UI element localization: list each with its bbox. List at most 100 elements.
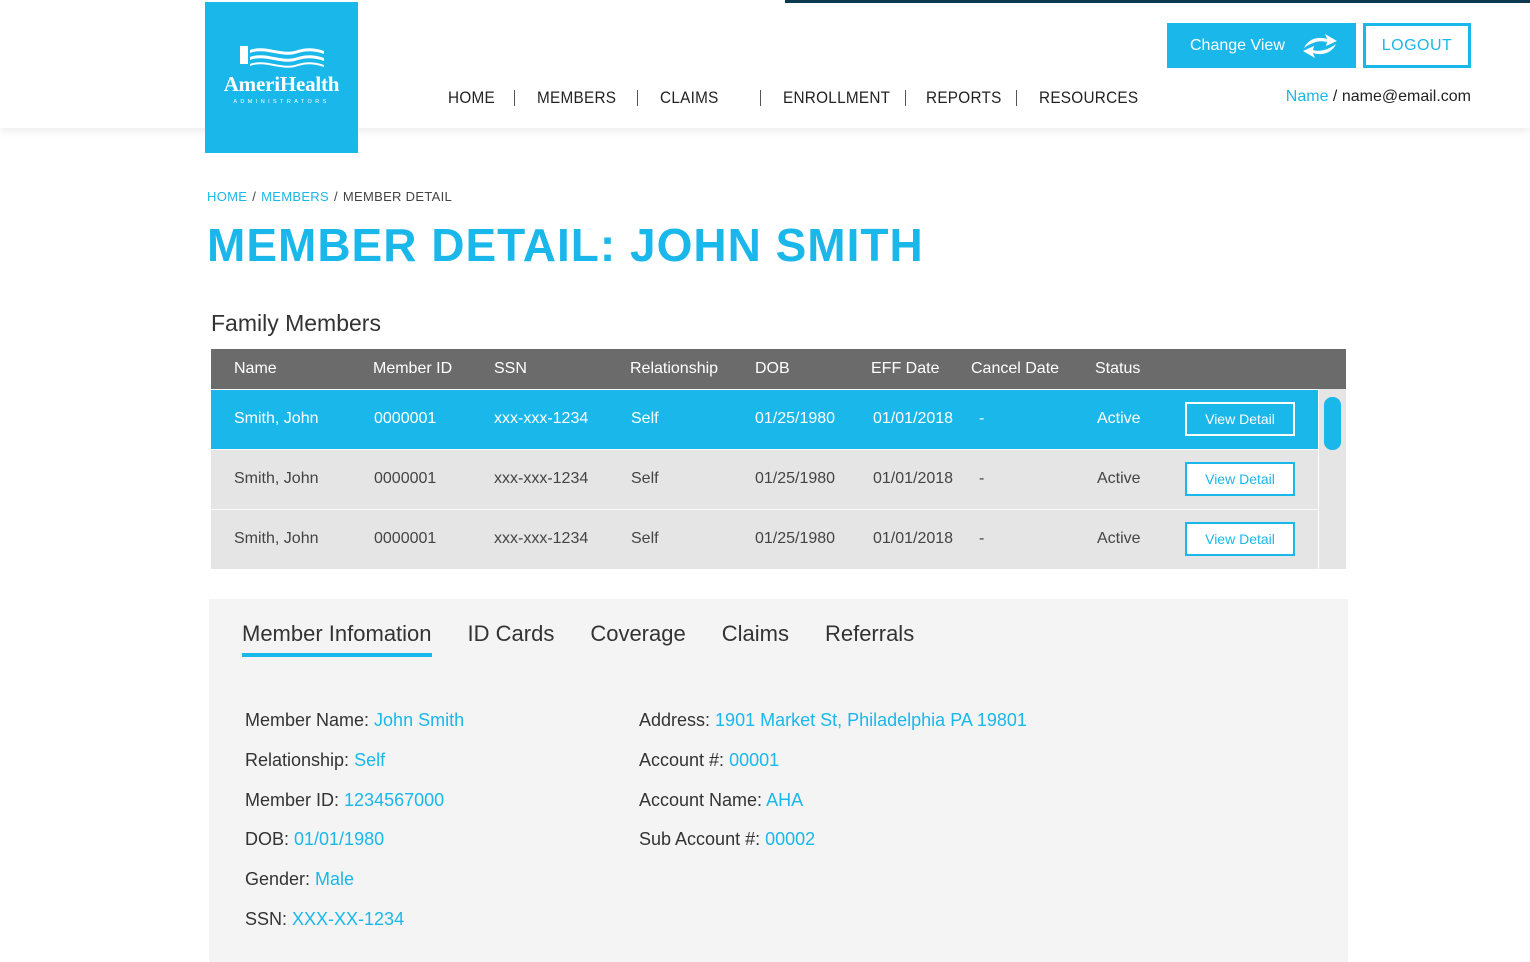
column-header-cancel-date[interactable]: Cancel Date <box>971 360 1059 378</box>
swap-arrows-icon <box>1303 33 1337 58</box>
field-member-id: Member ID: 1234567000 <box>245 790 444 811</box>
cell-status: Active <box>1097 470 1141 487</box>
cell-cancel-date: - <box>979 410 985 427</box>
nav-separator <box>760 90 761 106</box>
column-header-eff-date[interactable]: EFF Date <box>871 360 939 378</box>
cell-ssn: xxx-xxx-1234 <box>494 470 589 487</box>
field-value: Male <box>315 869 355 889</box>
tab-claims[interactable]: Claims <box>722 621 789 657</box>
field-label: Sub Account #: <box>639 829 766 849</box>
cell-eff-date: 01/01/2018 <box>873 470 954 487</box>
cell-member-id: 0000001 <box>374 410 437 427</box>
column-header-dob[interactable]: DOB <box>755 360 790 378</box>
logout-button[interactable]: LOGOUT <box>1363 23 1471 68</box>
field-value: XXX-XX-1234 <box>292 909 405 929</box>
field-value: 00002 <box>765 829 816 849</box>
cell-status: Active <box>1097 410 1141 427</box>
cell-dob: 01/25/1980 <box>755 410 836 427</box>
view-detail-button[interactable]: View Detail <box>1185 522 1295 556</box>
view-detail-button[interactable]: View Detail <box>1185 462 1295 496</box>
page-title: MEMBER DETAIL: JOHN SMITH <box>207 219 924 271</box>
field-value: Self <box>354 750 386 770</box>
field-account-name: Account Name: AHA <box>639 790 803 811</box>
table-row[interactable]: Smith, John 0000001 xxx-xxx-1234 Self 01… <box>211 449 1318 509</box>
field-value: 00001 <box>729 750 780 770</box>
table-header: Name Member ID SSN Relationship DOB EFF … <box>211 349 1346 389</box>
field-label: Member Name: <box>245 710 375 730</box>
user-separator: / <box>1328 88 1342 105</box>
cell-relationship: Self <box>631 410 659 427</box>
table-row[interactable]: Smith, John 0000001 xxx-xxx-1234 Self 01… <box>211 389 1318 449</box>
nav-separator <box>905 90 906 106</box>
nav-reports[interactable]: REPORTS <box>926 88 1001 108</box>
nav-separator <box>1016 90 1017 106</box>
logo-wordmark: AmeriHealth <box>223 72 340 96</box>
user-info: Name / name@email.com <box>1286 88 1471 106</box>
field-ssn: SSN: XXX-XX-1234 <box>245 909 404 930</box>
cell-name: Smith, John <box>234 470 319 487</box>
field-gender: Gender: Male <box>245 869 354 890</box>
tab-referrals[interactable]: Referrals <box>825 621 914 657</box>
view-detail-button[interactable]: View Detail <box>1185 402 1295 436</box>
field-value: 1901 Market St, Philadelphia PA 19801 <box>715 710 1027 730</box>
cell-eff-date: 01/01/2018 <box>873 530 954 547</box>
family-members-table: Name Member ID SSN Relationship DOB EFF … <box>211 349 1346 569</box>
breadcrumb-home[interactable]: HOME <box>207 189 247 204</box>
nav-separator <box>514 90 515 106</box>
field-account-number: Account #: 00001 <box>639 750 779 771</box>
column-header-ssn[interactable]: SSN <box>494 360 527 378</box>
breadcrumb-separator: / <box>333 189 338 204</box>
field-label: Relationship: <box>245 750 355 770</box>
tab-id-cards[interactable]: ID Cards <box>468 621 555 657</box>
cell-ssn: xxx-xxx-1234 <box>494 530 589 547</box>
field-dob: DOB: 01/01/1980 <box>245 829 384 850</box>
field-sub-account-number: Sub Account #: 00002 <box>639 829 815 850</box>
field-label: Gender: <box>245 869 316 889</box>
breadcrumb-separator: / <box>252 189 257 204</box>
breadcrumb-members[interactable]: MEMBERS <box>261 189 329 204</box>
cell-relationship: Self <box>631 530 659 547</box>
family-members-title: Family Members <box>211 310 381 336</box>
field-value: AHA <box>766 790 804 810</box>
column-header-member-id[interactable]: Member ID <box>373 360 452 378</box>
flag-icon <box>239 46 324 68</box>
cell-member-id: 0000001 <box>374 530 437 547</box>
breadcrumb-current: MEMBER DETAIL <box>342 189 453 204</box>
cell-status: Active <box>1097 530 1141 547</box>
user-name-link[interactable]: Name <box>1286 88 1329 105</box>
tab-member-information[interactable]: Member Infomation <box>242 621 432 657</box>
field-label: Member ID: <box>245 790 345 810</box>
field-relationship: Relationship: Self <box>245 750 385 771</box>
column-header-status[interactable]: Status <box>1095 360 1140 378</box>
field-value: 1234567000 <box>344 790 445 810</box>
table-row[interactable]: Smith, John 0000001 xxx-xxx-1234 Self 01… <box>211 509 1318 569</box>
table-scrollbar-thumb[interactable] <box>1324 397 1341 450</box>
nav-resources[interactable]: RESOURCES <box>1039 88 1138 108</box>
nav-enrollment[interactable]: ENROLLMENT <box>783 88 890 108</box>
column-header-relationship[interactable]: Relationship <box>630 360 718 378</box>
nav-separator <box>637 90 638 106</box>
column-header-name[interactable]: Name <box>234 360 277 378</box>
nav-home[interactable]: HOME <box>448 88 507 108</box>
cell-name: Smith, John <box>234 410 319 427</box>
user-email: name@email.com <box>1341 88 1471 105</box>
cell-relationship: Self <box>631 470 659 487</box>
nav-claims[interactable]: CLAIMS <box>660 88 730 108</box>
top-accent-bar <box>785 0 1530 3</box>
member-detail-panel: Member Infomation ID Cards Coverage Clai… <box>209 599 1348 962</box>
field-label: Account Name: <box>639 790 767 810</box>
field-label: DOB: <box>245 829 295 849</box>
tab-coverage[interactable]: Coverage <box>590 621 685 657</box>
amerihealth-logo[interactable]: AmeriHealth ADMINISTRATORS <box>205 2 358 153</box>
detail-tabs: Member Infomation ID Cards Coverage Clai… <box>242 621 950 657</box>
nav-members[interactable]: MEMBERS <box>537 88 616 108</box>
change-view-button[interactable]: Change View <box>1167 23 1356 68</box>
field-label: SSN: <box>245 909 293 929</box>
logo-subtitle: ADMINISTRATORS <box>233 99 330 105</box>
cell-ssn: xxx-xxx-1234 <box>494 410 589 427</box>
cell-dob: 01/25/1980 <box>755 530 836 547</box>
cell-name: Smith, John <box>234 530 319 547</box>
change-view-label: Change View <box>1190 36 1285 54</box>
field-value: John Smith <box>374 710 465 730</box>
field-member-name: Member Name: John Smith <box>245 710 464 731</box>
